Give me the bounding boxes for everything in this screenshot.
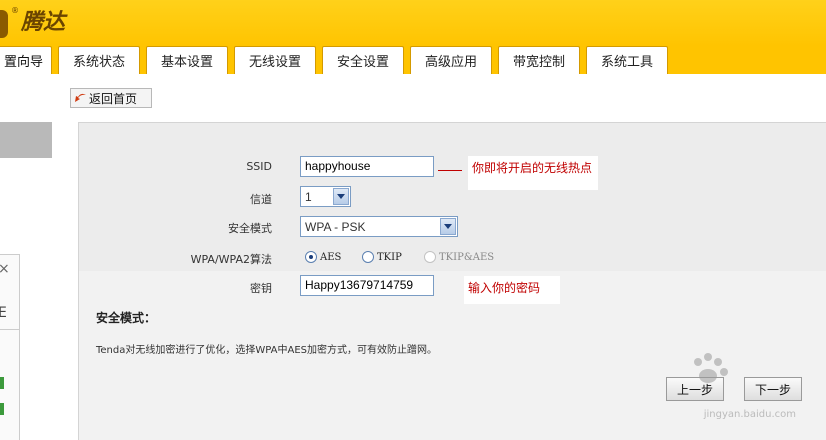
algorithm-label: WPA/WPA2算法 bbox=[190, 253, 272, 266]
side-status-icon bbox=[0, 377, 4, 389]
brand-name: 腾达 bbox=[21, 9, 66, 35]
tab-wireless-settings[interactable]: 无线设置 bbox=[234, 46, 316, 74]
prev-step-button[interactable]: 上一步 bbox=[666, 377, 724, 401]
tab-basic-settings[interactable]: 基本设置 bbox=[146, 46, 228, 74]
tab-bandwidth-control[interactable]: 带宽控制 bbox=[498, 46, 580, 74]
side-status-icon bbox=[0, 403, 4, 415]
tab-advanced[interactable]: 高级应用 bbox=[410, 46, 492, 74]
password-note: 输入你的密码 bbox=[464, 276, 560, 304]
security-mode-select[interactable]: WPA - PSK bbox=[300, 216, 458, 237]
left-nav-header bbox=[0, 122, 52, 158]
left-side-panel: × E bbox=[0, 254, 20, 440]
section-title: 安全模式： bbox=[96, 311, 157, 325]
channel-label: 信道 bbox=[250, 193, 272, 206]
channel-select[interactable]: 1 bbox=[300, 186, 351, 207]
logo-mark-icon bbox=[0, 10, 8, 38]
next-step-button[interactable]: 下一步 bbox=[744, 377, 802, 401]
security-mode-value: WPA - PSK bbox=[305, 219, 366, 234]
back-arrow-icon bbox=[75, 92, 87, 104]
ssid-label: SSID bbox=[246, 160, 272, 173]
radio-tkip-aes-label: TKIP&AES bbox=[439, 251, 495, 263]
radio-aes-label: AES bbox=[320, 251, 342, 263]
security-mode-label: 安全模式 bbox=[228, 222, 272, 235]
channel-select-value: 1 bbox=[305, 189, 312, 204]
tab-system-tools[interactable]: 系统工具 bbox=[586, 46, 668, 74]
side-divider bbox=[0, 329, 20, 330]
close-icon[interactable]: × bbox=[0, 261, 10, 277]
algorithm-tkip-aes-option: TKIP&AES bbox=[424, 251, 494, 263]
tab-security-settings[interactable]: 安全设置 bbox=[322, 46, 404, 74]
chevron-down-icon bbox=[440, 218, 456, 235]
radio-tkip-label: TKIP bbox=[377, 251, 402, 263]
header-bar: ® 腾达 bbox=[0, 0, 826, 46]
password-label: 密钥 bbox=[250, 282, 272, 295]
ssid-input[interactable]: happyhouse bbox=[300, 156, 434, 177]
algorithm-aes-option[interactable]: AES bbox=[305, 251, 341, 263]
radio-tkip[interactable] bbox=[362, 251, 374, 263]
password-input[interactable]: Happy13679714759 bbox=[300, 275, 434, 296]
watermark-text: jingyan.baidu.com bbox=[703, 409, 796, 420]
radio-tkip-aes bbox=[424, 251, 436, 263]
tab-setup-wizard[interactable]: 置向导 bbox=[0, 46, 52, 74]
back-home-label: 返回首页 bbox=[89, 91, 138, 106]
main-tab-bar: 置向导 系统状态 基本设置 无线设置 安全设置 高级应用 带宽控制 系统工具 bbox=[0, 46, 826, 74]
brand-logo: ® 腾达 bbox=[0, 6, 65, 40]
chevron-down-icon bbox=[333, 188, 349, 205]
ssid-note: 你即将开启的无线热点 bbox=[468, 156, 598, 190]
logo-registered-mark: ® bbox=[11, 6, 19, 15]
back-home-button[interactable]: 返回首页 bbox=[70, 88, 152, 108]
radio-aes[interactable] bbox=[305, 251, 317, 263]
side-panel-letter: E bbox=[0, 305, 7, 321]
algorithm-tkip-option[interactable]: TKIP bbox=[362, 251, 402, 263]
tab-system-status[interactable]: 系统状态 bbox=[58, 46, 140, 74]
section-description: Tenda对无线加密进行了优化，选择WPA中AES加密方式，可有效防止蹭网。 bbox=[96, 345, 438, 356]
ssid-note-line bbox=[438, 170, 462, 171]
